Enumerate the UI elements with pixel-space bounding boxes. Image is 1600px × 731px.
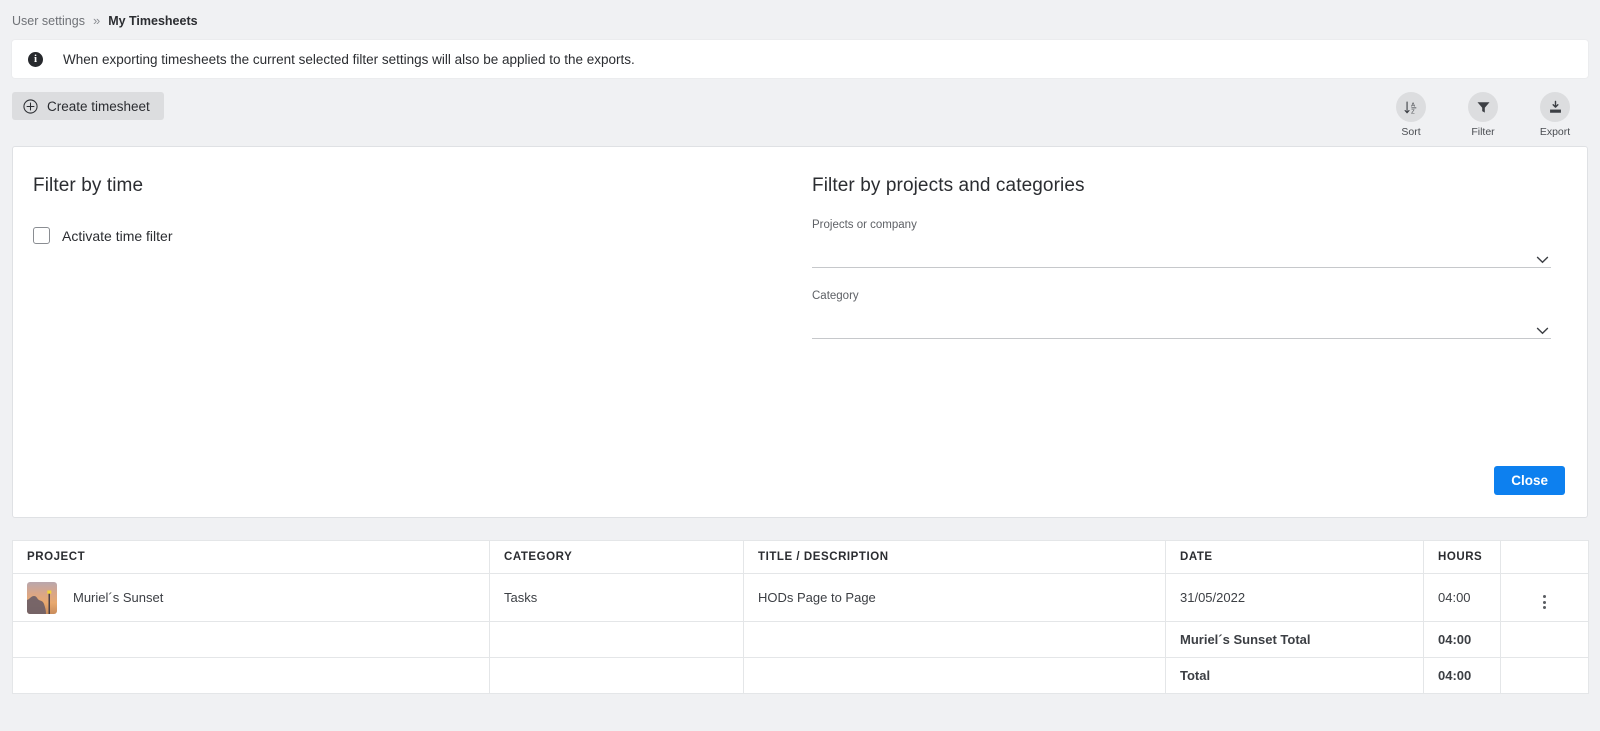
- cell-category: Tasks: [489, 573, 744, 622]
- subtotal-label: Muriel´s Sunset Total: [1165, 621, 1424, 658]
- column-header-hours[interactable]: HOURS: [1423, 540, 1501, 574]
- projects-or-company-select[interactable]: [812, 249, 1551, 268]
- table-header-row: PROJECT CATEGORY TITLE / DESCRIPTION DAT…: [12, 540, 1589, 574]
- column-header-project[interactable]: PROJECT: [12, 540, 490, 574]
- filter-by-time-section: Filter by time Activate time filter: [13, 147, 800, 517]
- activate-time-filter-label: Activate time filter: [62, 227, 173, 244]
- column-header-actions: [1500, 540, 1589, 574]
- info-banner: i When exporting timesheets the current …: [12, 40, 1588, 78]
- table-subtotal-row: Muriel´s Sunset Total 04:00: [12, 621, 1589, 658]
- cell-title: HODs Page to Page: [743, 573, 1166, 622]
- svg-text:Z: Z: [1411, 109, 1415, 115]
- total-label: Total: [1165, 657, 1424, 694]
- download-tray-icon: [1540, 92, 1570, 122]
- total-blank-3: [743, 657, 1166, 694]
- export-button[interactable]: Export: [1526, 92, 1584, 138]
- total-hours: 04:00: [1423, 657, 1501, 694]
- projects-or-company-label: Projects or company: [812, 219, 917, 231]
- breadcrumb: User settings » My Timesheets: [0, 0, 1600, 32]
- subtotal-blank-3: [743, 621, 1166, 658]
- projects-or-company-field: Projects or company: [812, 219, 1551, 268]
- project-thumbnail-sunset-photo: [27, 581, 57, 614]
- project-name: Muriel´s Sunset: [73, 590, 164, 605]
- toolbar-actions: A Z Sort Filter Export: [1382, 92, 1588, 138]
- filter-label: Filter: [1471, 126, 1495, 138]
- filter-button[interactable]: Filter: [1454, 92, 1512, 138]
- svg-text:A: A: [1411, 102, 1415, 108]
- filter-by-time-title: Filter by time: [33, 175, 144, 196]
- total-blank-4: [1500, 657, 1589, 694]
- action-bar: Create timesheet A Z Sort Filter Export: [12, 92, 1588, 140]
- category-select[interactable]: [812, 320, 1551, 339]
- filter-panel: Filter by time Activate time filter Filt…: [12, 146, 1588, 518]
- total-blank-2: [489, 657, 744, 694]
- column-header-category[interactable]: CATEGORY: [489, 540, 744, 574]
- category-field: Category: [812, 290, 1551, 339]
- create-timesheet-button[interactable]: Create timesheet: [12, 92, 164, 120]
- create-timesheet-label: Create timesheet: [47, 98, 150, 114]
- more-vertical-icon[interactable]: [1543, 595, 1546, 609]
- checkbox-box-icon: [33, 227, 50, 244]
- close-button[interactable]: Close: [1494, 466, 1565, 495]
- subtotal-hours: 04:00: [1423, 621, 1501, 658]
- info-icon: i: [28, 51, 43, 67]
- subtotal-blank-1: [12, 621, 490, 658]
- cell-hours: 04:00: [1423, 573, 1501, 622]
- cell-row-actions: [1500, 573, 1589, 622]
- plus-circle-icon: [23, 98, 38, 114]
- breadcrumb-separator: »: [92, 13, 101, 28]
- subtotal-blank-4: [1500, 621, 1589, 658]
- export-label: Export: [1539, 126, 1571, 138]
- subtotal-blank-2: [489, 621, 744, 658]
- column-header-date[interactable]: DATE: [1165, 540, 1424, 574]
- timesheets-table: PROJECT CATEGORY TITLE / DESCRIPTION DAT…: [12, 540, 1589, 694]
- funnel-icon: [1468, 92, 1498, 122]
- sort-az-icon: A Z: [1396, 92, 1426, 122]
- table-total-row: Total 04:00: [12, 657, 1589, 694]
- cell-project: Muriel´s Sunset: [12, 573, 490, 622]
- breadcrumb-parent-link[interactable]: User settings: [12, 14, 85, 28]
- sort-button[interactable]: A Z Sort: [1382, 92, 1440, 138]
- filter-by-projects-title: Filter by projects and categories: [812, 175, 1085, 196]
- activate-time-filter-checkbox[interactable]: Activate time filter: [33, 227, 768, 244]
- table-row[interactable]: Muriel´s Sunset Tasks HODs Page to Page …: [12, 573, 1589, 622]
- cell-date: 31/05/2022: [1165, 573, 1424, 622]
- category-label: Category: [812, 290, 859, 302]
- sort-label: Sort: [1401, 126, 1421, 138]
- filter-by-projects-section: Filter by projects and categories Projec…: [800, 147, 1587, 517]
- info-banner-text: When exporting timesheets the current se…: [63, 51, 635, 67]
- breadcrumb-current: My Timesheets: [108, 13, 198, 28]
- total-blank-1: [12, 657, 490, 694]
- column-header-title[interactable]: TITLE / DESCRIPTION: [743, 540, 1166, 574]
